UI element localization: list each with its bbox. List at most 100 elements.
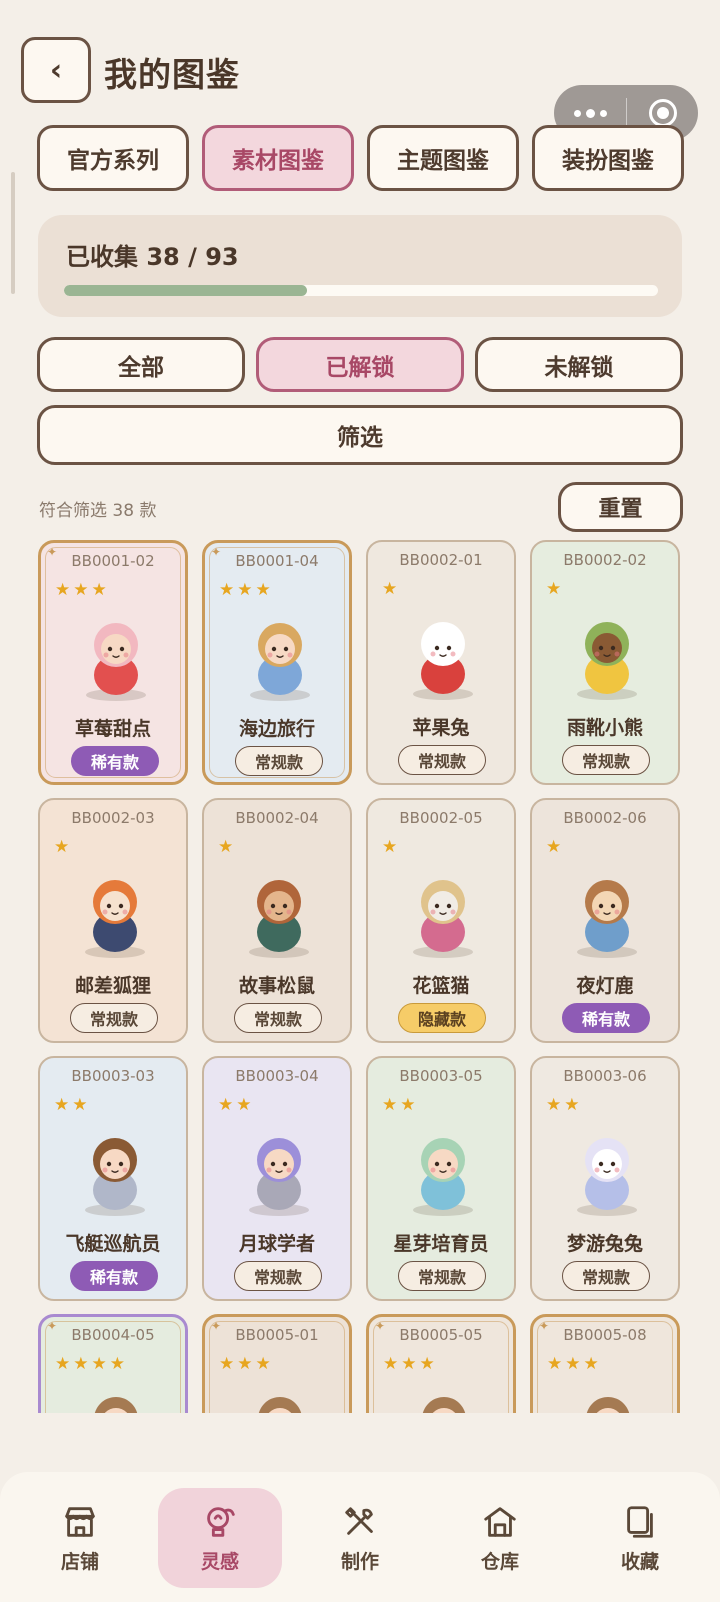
collection-card[interactable]: ✦ BB0004-05 ★★★★ (38, 1314, 188, 1413)
card-stars: ★★ (546, 1095, 583, 1115)
figure-image (565, 866, 649, 958)
card-stars: ★★★ (219, 580, 274, 600)
nav-make[interactable]: 制作 (298, 1488, 422, 1588)
card-name: 邮差狐狸 (74, 975, 151, 997)
nav-store-label: 店铺 (60, 1550, 99, 1573)
collection-progress-bar (64, 285, 658, 296)
figure-image (238, 1383, 322, 1413)
card-code: BB0001-04 (235, 552, 319, 570)
figure-image (238, 609, 322, 701)
figure-image (401, 866, 485, 958)
collection-card[interactable]: ✦ BB0005-01 ★★★ (202, 1314, 352, 1413)
filter-button[interactable]: 筛选 (37, 405, 683, 465)
rarity-badge: 稀有款 (562, 1003, 650, 1033)
card-name: 梦游兔兔 (566, 1233, 643, 1255)
collection-card[interactable]: BB0002-02 ★ 雨靴小熊常规款 (530, 540, 680, 785)
collection-progress-fill (64, 285, 307, 296)
card-stars: ★ (546, 579, 565, 599)
card-name: 夜灯鹿 (576, 975, 634, 997)
rarity-badge: 常规款 (70, 1003, 158, 1033)
rarity-badge: 稀有款 (71, 746, 159, 776)
card-code: BB0005-01 (235, 1326, 319, 1344)
tab-outfit-collection[interactable]: 装扮图鉴 (532, 125, 684, 191)
tools-icon (345, 1506, 373, 1535)
rarity-badge: 常规款 (562, 745, 650, 775)
warehouse-icon (484, 1506, 516, 1537)
rarity-badge: 常规款 (562, 1261, 650, 1291)
card-name: 花篮猫 (412, 975, 470, 997)
nav-inspiration[interactable]: 灵感 (158, 1488, 282, 1588)
rarity-badge: 常规款 (398, 745, 486, 775)
collection-card[interactable]: BB0003-04 ★★ 月球学者 常规款 (202, 1056, 352, 1301)
card-code: BB0003-06 (563, 1067, 647, 1085)
nav-collection-label: 收藏 (620, 1550, 659, 1573)
reset-button[interactable]: 重置 (558, 482, 683, 532)
card-stars: ★ (382, 837, 401, 857)
card-code: BB0003-05 (399, 1067, 483, 1085)
collection-card[interactable]: ✦ BB0005-08 ★★★ (530, 1314, 680, 1413)
collection-card[interactable]: BB0003-06 ★★ 梦游兔兔常规款 (530, 1056, 680, 1301)
scroll-indicator (11, 172, 15, 294)
rarity-badge: 常规款 (398, 1261, 486, 1291)
figure-image (237, 866, 321, 958)
card-stars: ★ (218, 837, 237, 857)
card-code: BB0002-03 (71, 809, 155, 827)
collection-progress-card: 已收集 38 / 93 (38, 215, 682, 317)
card-code: BB0002-05 (399, 809, 483, 827)
nav-make-label: 制作 (340, 1550, 379, 1573)
filter-all[interactable]: 全部 (37, 337, 245, 392)
card-stars: ★★★★ (55, 1354, 128, 1374)
card-name: 草莓甜点 (74, 718, 151, 740)
filter-unlocked[interactable]: 已解锁 (256, 337, 464, 392)
collection-card[interactable]: BB0002-01 ★ 苹果兔 常规款 (366, 540, 516, 785)
figure-image (237, 1124, 321, 1216)
card-stars: ★★★ (383, 1354, 438, 1374)
collection-card[interactable]: BB0002-04 ★ 故事松鼠 常规款 (202, 798, 352, 1043)
card-name: 海边旅行 (238, 718, 315, 740)
collection-card[interactable]: BB0002-05 ★ 花篮猫隐藏款 (366, 798, 516, 1043)
card-stars: ★★★ (547, 1354, 602, 1374)
bulb-icon (207, 1506, 235, 1537)
card-stars: ★★★ (219, 1354, 274, 1374)
card-name: 星芽培育员 (393, 1233, 489, 1255)
figure-image (565, 1124, 649, 1216)
card-code: BB0002-02 (563, 551, 647, 569)
nav-collection[interactable]: 收藏 (578, 1488, 702, 1588)
card-name: 雨靴小熊 (566, 717, 643, 739)
collection-card[interactable]: BB0002-06 ★ 夜灯鹿 稀有款 (530, 798, 680, 1043)
card-code: BB0005-05 (399, 1326, 483, 1344)
card-code: BB0003-03 (71, 1067, 155, 1085)
match-count-text: 符合筛选 38 款 (39, 501, 157, 521)
collection-card[interactable]: ✦ BB0001-02 ★★★ 草莓甜点 稀有款 (38, 540, 188, 785)
card-name: 故事松鼠 (238, 975, 315, 997)
card-stars: ★★ (382, 1095, 419, 1115)
rarity-badge: 稀有款 (70, 1261, 158, 1291)
collection-card[interactable]: BB0003-05 ★★ 星芽培育员常规款 (366, 1056, 516, 1301)
collection-card[interactable]: ✦ BB0005-05 ★★★ (366, 1314, 516, 1413)
collection-card[interactable]: BB0003-03 ★★ 飞艇巡航员稀有款 (38, 1056, 188, 1301)
figure-image (402, 1383, 486, 1413)
card-name: 飞艇巡航员 (65, 1233, 161, 1255)
figure-image (73, 1124, 157, 1216)
rarity-badge: 隐藏款 (398, 1003, 486, 1033)
card-stars: ★★★ (55, 580, 110, 600)
card-code: BB0002-04 (235, 809, 319, 827)
filter-locked[interactable]: 未解锁 (475, 337, 683, 392)
tab-theme-collection[interactable]: 主题图鉴 (367, 125, 519, 191)
back-button[interactable]: ‹ (21, 37, 91, 103)
nav-store[interactable]: 店铺 (18, 1488, 142, 1588)
nav-warehouse[interactable]: 仓库 (438, 1488, 562, 1588)
card-stars: ★★ (54, 1095, 91, 1115)
nav-warehouse-label: 仓库 (480, 1550, 519, 1573)
store-icon (65, 1506, 95, 1537)
card-name: 苹果兔 (412, 717, 470, 739)
figure-image (401, 608, 485, 700)
tab-official-series[interactable]: 官方系列 (37, 125, 189, 191)
nav-inspiration-label: 灵感 (200, 1550, 239, 1573)
page-title: 我的图鉴 (104, 55, 240, 94)
tab-material-collection[interactable]: 素材图鉴 (202, 125, 354, 191)
collection-card[interactable]: ✦ BB0001-04 ★★★ 海边旅行 常规款 (202, 540, 352, 785)
card-name: 月球学者 (238, 1233, 315, 1255)
collection-card[interactable]: BB0002-03 ★ 邮差狐狸 常规款 (38, 798, 188, 1043)
rarity-badge: 常规款 (235, 746, 323, 776)
